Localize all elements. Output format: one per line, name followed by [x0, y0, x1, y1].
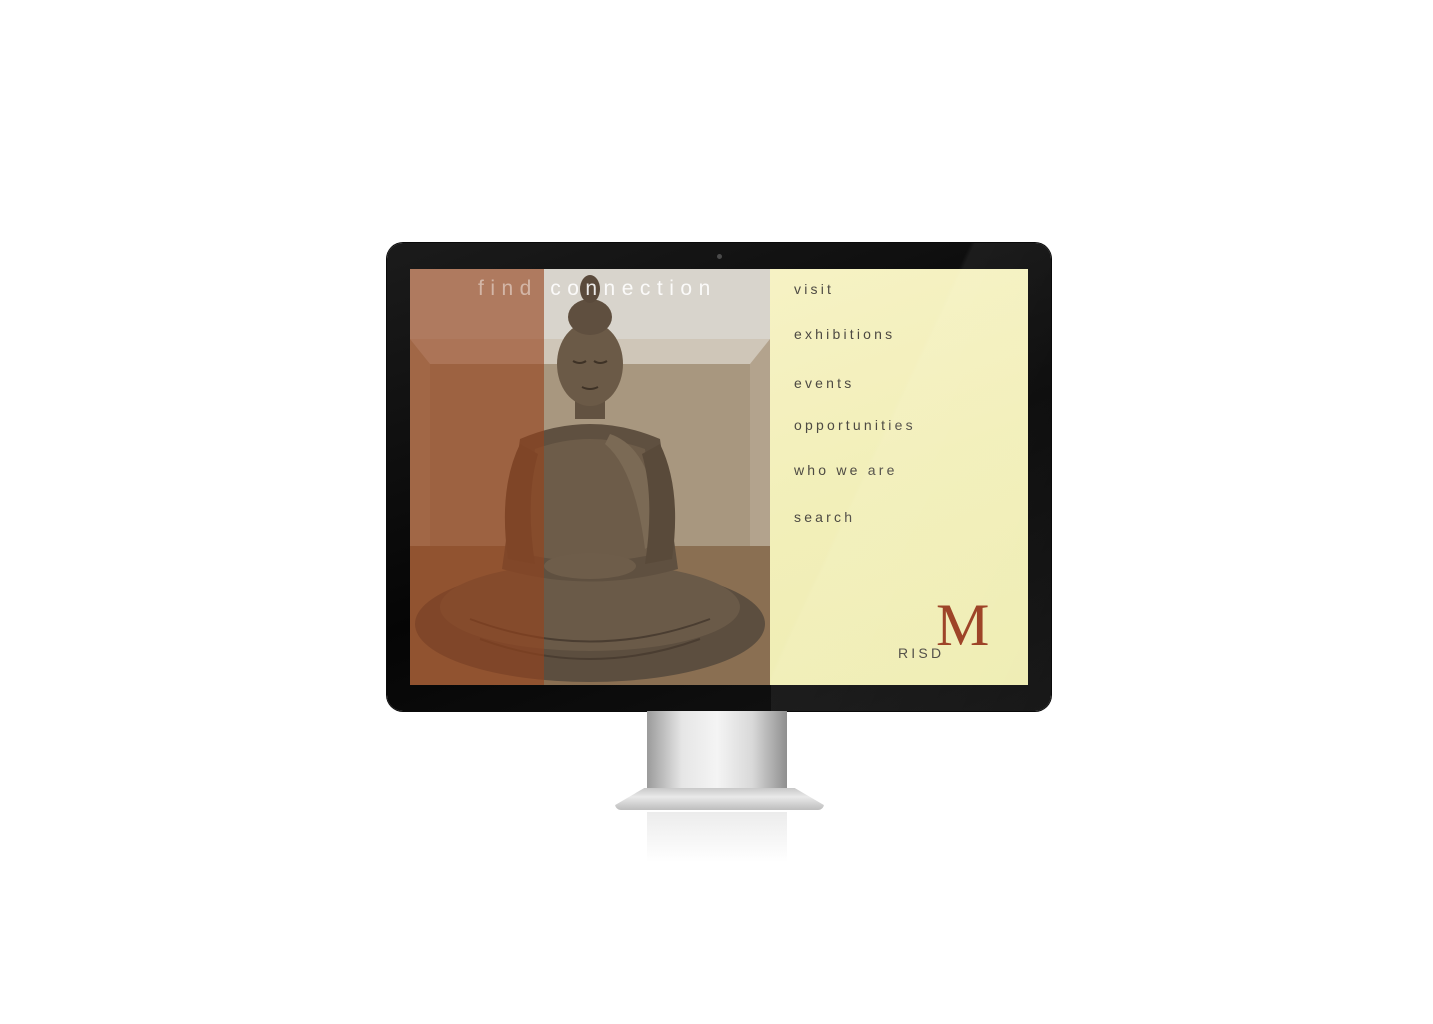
main-navigation: visit exhibitions events opportunities w…	[770, 269, 1028, 685]
nav-item-events[interactable]: events	[794, 375, 854, 391]
hero-tagline: find connection	[478, 277, 717, 301]
nav-item-who-we-are[interactable]: who we are	[794, 462, 898, 478]
nav-item-search[interactable]: search	[794, 509, 855, 525]
rust-color-overlay	[410, 269, 544, 685]
hero-tagline-word-find: find	[478, 277, 538, 300]
risd-museum-logo[interactable]: M RISD	[898, 595, 998, 665]
product-mockup: find connection visit exhibitions events…	[0, 0, 1433, 1024]
nav-item-opportunities[interactable]: opportunities	[794, 417, 916, 433]
nav-item-visit[interactable]: visit	[794, 281, 834, 297]
monitor-bezel: find connection visit exhibitions events…	[387, 243, 1051, 711]
logo-wordmark: RISD	[898, 645, 945, 661]
stand-reflection	[647, 812, 787, 862]
hero-tagline-word-connection: connection	[550, 277, 717, 300]
hero-image: find connection	[410, 269, 770, 685]
monitor-stand-neck	[647, 711, 787, 789]
website-screen: find connection visit exhibitions events…	[410, 269, 1028, 685]
monitor-stand-base	[615, 788, 824, 810]
camera-icon	[717, 254, 722, 259]
nav-item-exhibitions[interactable]: exhibitions	[794, 326, 895, 342]
